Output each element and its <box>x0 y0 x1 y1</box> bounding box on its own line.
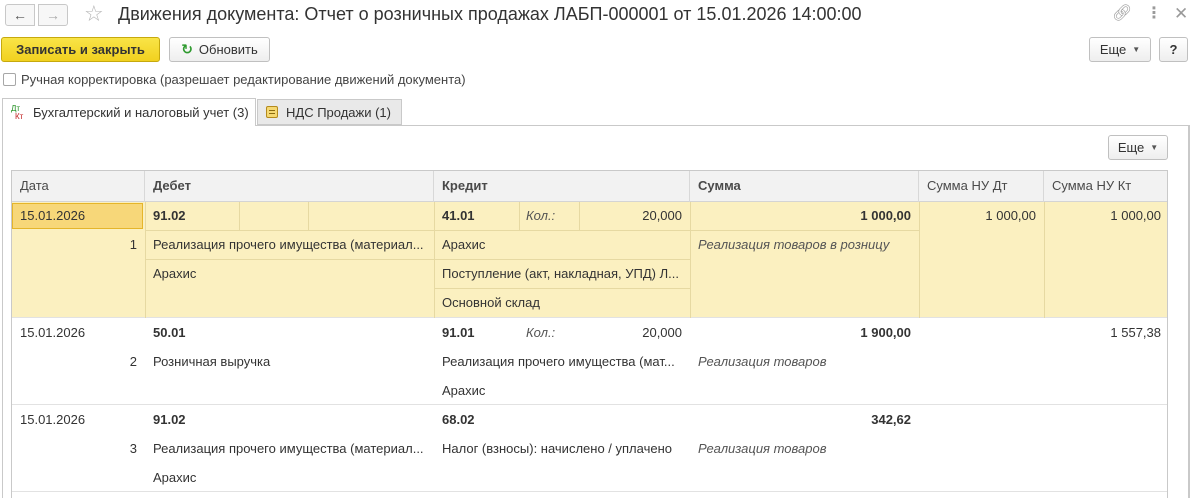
debit-credit-icon: Дт Кт <box>11 103 24 121</box>
amount: 1 000,00 <box>860 208 911 223</box>
debit-subconto-1: Реализация прочего имущества (материал..… <box>153 237 424 252</box>
chevron-down-icon: ▼ <box>1150 143 1159 152</box>
credit-subconto-2: Поступление (акт, накладная, УПД) Л... <box>442 266 679 281</box>
tab-vat-sales[interactable]: НДС Продажи (1) <box>257 99 402 125</box>
credit-subconto-2: Арахис <box>442 383 486 398</box>
credit-account: 41.01 <box>442 208 475 223</box>
credit-account: 91.01 <box>442 325 475 340</box>
table-row[interactable]: 15.01.2026 1 91.02 Реализация прочего им… <box>12 202 1167 318</box>
debit-subconto-2: Арахис <box>153 266 197 281</box>
row-date: 15.01.2026 <box>20 208 86 223</box>
star-icon[interactable]: ☆ <box>84 2 104 26</box>
table-row[interactable]: 15.01.2026 3 91.02 Реализация прочего им… <box>12 405 1167 492</box>
tab-accounting-label: Бухгалтерский и налоговый учет (3) <box>33 105 249 120</box>
tax-amount-credit: 1 000,00 <box>1110 208 1161 223</box>
row-number: 2 <box>129 354 137 369</box>
tab-vat-sales-label: НДС Продажи (1) <box>286 104 391 120</box>
amount: 1 900,00 <box>860 325 911 340</box>
back-arrow-icon[interactable]: ← <box>5 4 35 26</box>
manual-correction-checkbox[interactable] <box>3 73 16 86</box>
forward-arrow-icon[interactable]: → <box>38 4 68 26</box>
refresh-button[interactable]: ↻ Обновить <box>169 37 270 62</box>
credit-subconto-3: Основной склад <box>442 295 540 310</box>
tax-amount-debit: 1 000,00 <box>985 208 1036 223</box>
manual-correction-label: Ручная корректировка (разрешает редактир… <box>21 72 466 87</box>
entry-content: Реализация товаров в розницу <box>698 237 890 252</box>
row-date: 15.01.2026 <box>20 325 86 340</box>
column-date[interactable]: Дата <box>12 171 145 202</box>
more-button[interactable]: Еще ▼ <box>1089 37 1151 62</box>
entry-content: Реализация товаров <box>698 441 827 456</box>
scrollbar[interactable] <box>1189 125 1190 498</box>
entries-table: Дата Дебет Кредит Сумма Сумма НУ Дт Сумм… <box>11 170 1168 498</box>
more-label: Еще <box>1099 42 1127 57</box>
credit-subconto-1: Реализация прочего имущества (мат... <box>442 354 675 369</box>
column-debit[interactable]: Дебет <box>145 171 434 202</box>
table-row[interactable]: 15.01.2026 2 50.01 Розничная выручка 91.… <box>12 318 1167 405</box>
debit-subconto-1: Розничная выручка <box>153 354 271 369</box>
refresh-label: Обновить <box>198 42 258 57</box>
row-number: 3 <box>129 441 137 456</box>
debit-subconto-2: Арахис <box>153 470 197 485</box>
title-bar: ← → ☆ Движения документа: Отчет о рознич… <box>0 0 1200 32</box>
link-icon[interactable]: 🔗︎ <box>1112 5 1132 23</box>
chevron-down-icon: ▼ <box>1132 45 1141 54</box>
credit-subconto-1: Арахис <box>442 237 486 252</box>
table-header: Дата Дебет Кредит Сумма Сумма НУ Дт Сумм… <box>12 171 1167 202</box>
save-and-close-label: Записать и закрыть <box>16 42 145 57</box>
column-amount[interactable]: Сумма <box>690 171 919 202</box>
quantity-value: 20,000 <box>642 325 682 340</box>
debit-account: 50.01 <box>153 325 186 340</box>
column-credit[interactable]: Кредит <box>434 171 690 202</box>
credit-account: 68.02 <box>442 412 475 427</box>
tax-amount-credit: 1 557,38 <box>1110 325 1161 340</box>
quantity-label: Кол.: <box>526 325 556 340</box>
help-button[interactable]: ? <box>1159 37 1188 62</box>
amount: 342,62 <box>871 412 911 427</box>
row-number: 1 <box>129 237 137 252</box>
row-date: 15.01.2026 <box>20 412 86 427</box>
save-and-close-button[interactable]: Записать и закрыть <box>1 37 160 62</box>
column-tax-amount-debit[interactable]: Сумма НУ Дт <box>919 171 1044 202</box>
more-icon[interactable]: ⋮ <box>1146 5 1162 23</box>
quantity-label: Кол.: <box>526 208 556 223</box>
debit-account: 91.02 <box>153 208 186 223</box>
debit-subconto-1: Реализация прочего имущества (материал..… <box>153 441 424 456</box>
register-icon <box>266 106 278 118</box>
table-more-label: Еще <box>1117 140 1145 155</box>
tab-accounting[interactable]: Дт Кт Бухгалтерский и налоговый учет (3) <box>2 98 256 126</box>
table-more-button[interactable]: Еще ▼ <box>1108 135 1168 160</box>
entry-content: Реализация товаров <box>698 354 827 369</box>
help-label: ? <box>1169 42 1178 57</box>
debit-account: 91.02 <box>153 412 186 427</box>
refresh-icon: ↻ <box>181 41 193 57</box>
column-tax-amount-credit[interactable]: Сумма НУ Кт <box>1044 171 1167 202</box>
close-icon[interactable]: ✕ <box>1174 5 1188 23</box>
credit-subconto-1: Налог (взносы): начислено / уплачено <box>442 441 672 456</box>
quantity-value: 20,000 <box>642 208 682 223</box>
page-title: Движения документа: Отчет о розничных пр… <box>118 4 862 24</box>
